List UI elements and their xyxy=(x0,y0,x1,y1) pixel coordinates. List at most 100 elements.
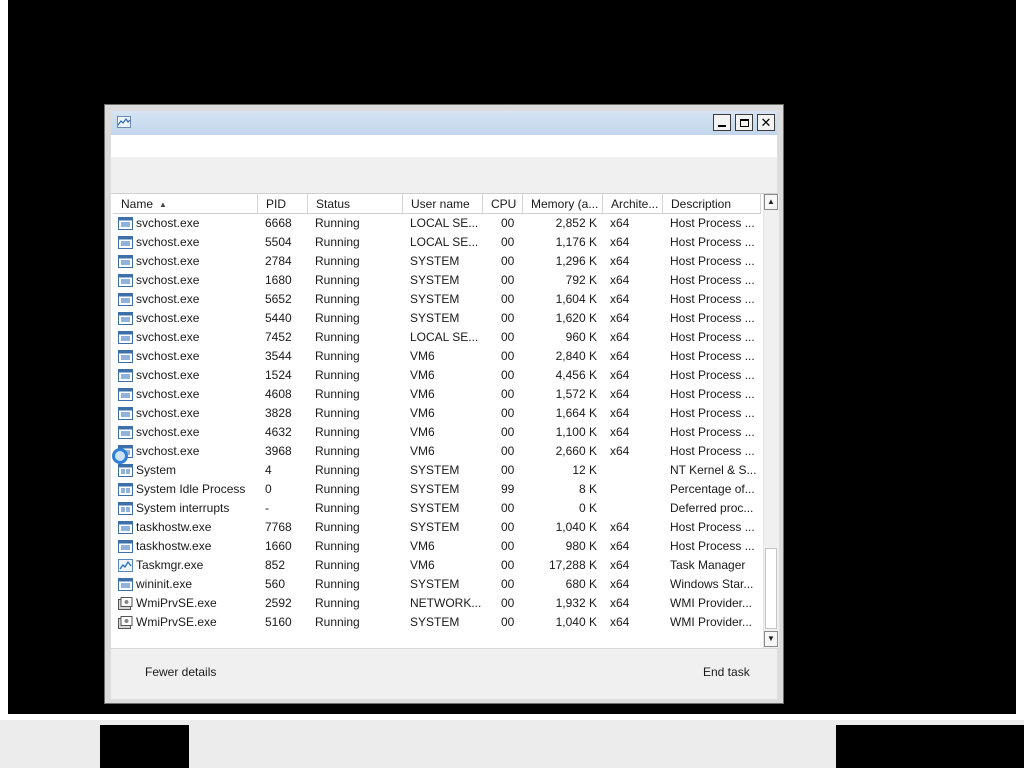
pid-cell: 560 xyxy=(265,577,286,591)
system-process-icon xyxy=(118,464,133,477)
table-row[interactable]: System interrupts - Running SYSTEM 00 0 K Defe… xyxy=(113,499,761,518)
description-cell: NT Kernel & S... xyxy=(670,463,757,477)
status-cell: Running xyxy=(315,216,360,230)
process-name-cell: svchost.exe xyxy=(136,406,200,420)
table-row[interactable]: svchost.exe 3544 Running VM6 00 2,840 K x64 Hos… xyxy=(113,347,761,366)
description-cell: Windows Star... xyxy=(670,577,754,591)
user-name-cell: VM6 xyxy=(410,387,435,401)
scroll-up-button[interactable]: ▲ xyxy=(764,194,778,210)
architecture-cell: x64 xyxy=(610,425,630,439)
cpu-cell: 00 xyxy=(501,463,515,477)
table-row[interactable]: wininit.exe 560 Running SYSTEM 00 680 K x64 Win… xyxy=(113,575,761,594)
memory-cell: 680 K xyxy=(565,577,597,591)
column-header-user-name[interactable]: User name xyxy=(403,194,483,213)
cpu-cell: 00 xyxy=(501,387,515,401)
table-row[interactable]: svchost.exe 4608 Running VM6 00 1,572 K x64 Hos… xyxy=(113,385,761,404)
column-header-cpu[interactable]: CPU xyxy=(483,194,523,213)
column-header-architecture[interactable]: Archite... xyxy=(603,194,663,213)
status-cell: Running xyxy=(315,235,360,249)
table-row[interactable]: svchost.exe 2784 Running SYSTEM 00 1,296 K x64… xyxy=(113,252,761,271)
table-row[interactable]: svchost.exe 1524 Running VM6 00 4,456 K x64 Hos… xyxy=(113,366,761,385)
fewer-details-button[interactable]: Fewer details xyxy=(145,665,216,679)
cpu-cell: 00 xyxy=(501,501,515,515)
cpu-cell: 00 xyxy=(501,349,515,363)
table-row[interactable]: svchost.exe 6668 Running LOCAL SE... 00 2,852… xyxy=(113,214,761,233)
service-host-icon xyxy=(118,407,133,420)
system-process-icon xyxy=(118,483,133,496)
service-host-icon xyxy=(118,331,133,344)
table-row[interactable]: svchost.exe 3968 Running VM6 00 2,660 K x64 Hos… xyxy=(113,442,761,461)
memory-cell: 1,572 K xyxy=(555,387,597,401)
end-task-button[interactable]: End task xyxy=(703,665,750,679)
process-name-cell: svchost.exe xyxy=(136,444,200,458)
pid-cell: 4 xyxy=(265,463,272,477)
close-button[interactable]: ✕ xyxy=(757,114,775,131)
service-host-icon xyxy=(118,217,133,230)
description-cell: Host Process ... xyxy=(670,425,755,439)
description-cell: WMI Provider... xyxy=(670,615,753,629)
table-row[interactable]: svchost.exe 7452 Running LOCAL SE... 00 960 K… xyxy=(113,328,761,347)
architecture-cell: x64 xyxy=(610,444,630,458)
table-row[interactable]: svchost.exe 1680 Running SYSTEM 00 792 K x64 Ho… xyxy=(113,271,761,290)
user-name-cell: SYSTEM xyxy=(410,482,460,496)
column-header-description[interactable]: Description xyxy=(663,194,761,213)
column-header-pid[interactable]: PID xyxy=(258,194,308,213)
table-row[interactable]: svchost.exe 5652 Running SYSTEM 00 1,604 K x64… xyxy=(113,290,761,309)
pid-cell: 7768 xyxy=(265,520,292,534)
task-manager-app-icon[interactable] xyxy=(117,116,131,128)
table-row[interactable]: System 4 Running SYSTEM 00 12 K NT Kernel & S.… xyxy=(113,461,761,480)
table-row[interactable]: System Idle Process 0 Running SYSTEM 99 8 K Pe… xyxy=(113,480,761,499)
status-cell: Running xyxy=(315,615,360,629)
process-name-cell: System xyxy=(136,463,177,477)
table-row[interactable]: WmiPrvSE.exe 2592 Running NETWORK... 00 1,932… xyxy=(113,594,761,613)
memory-cell: 1,604 K xyxy=(555,292,597,306)
vertical-scrollbar[interactable]: ▲ ▼ xyxy=(763,194,779,648)
scroll-up-icon: ▲ xyxy=(767,197,775,206)
architecture-cell: x64 xyxy=(610,596,630,610)
user-name-cell: VM6 xyxy=(410,558,435,572)
memory-cell: 2,852 K xyxy=(555,216,597,230)
table-row[interactable]: WmiPrvSE.exe 5160 Running SYSTEM 00 1,040 K x6… xyxy=(113,613,761,632)
title-bar[interactable]: ✕ xyxy=(111,111,777,135)
cursor-indicator xyxy=(112,448,128,464)
status-cell: Running xyxy=(315,558,360,572)
scroll-thumb[interactable] xyxy=(765,548,777,629)
table-row[interactable]: Taskmgr.exe 852 Running VM6 00 17,288 K x64 Tas… xyxy=(113,556,761,575)
user-name-cell: SYSTEM xyxy=(410,577,460,591)
architecture-cell: x64 xyxy=(610,254,630,268)
description-cell: Host Process ... xyxy=(670,292,755,306)
table-row[interactable]: taskhostw.exe 7768 Running SYSTEM 00 1,040 K x… xyxy=(113,518,761,537)
process-list[interactable]: Name ▲ PID Status User name CPU Memory (a… xyxy=(113,193,779,648)
status-cell: Running xyxy=(315,368,360,382)
service-host-icon xyxy=(118,312,133,325)
description-cell: Host Process ... xyxy=(670,368,755,382)
status-cell: Running xyxy=(315,349,360,363)
column-header-memory[interactable]: Memory (a... xyxy=(523,194,603,213)
table-row[interactable]: svchost.exe 5504 Running LOCAL SE... 00 1,176… xyxy=(113,233,761,252)
table-row[interactable]: svchost.exe 4632 Running VM6 00 1,100 K x64 Hos… xyxy=(113,423,761,442)
maximize-icon xyxy=(739,118,749,127)
maximize-button[interactable] xyxy=(735,114,753,131)
task-manager-window: ✕ Name ▲ PID Status User name CPU Memory … xyxy=(104,104,784,704)
memory-cell: 960 K xyxy=(565,330,597,344)
column-header-status[interactable]: Status xyxy=(308,194,403,213)
process-name-cell: WmiPrvSE.exe xyxy=(136,615,217,629)
column-header-name[interactable]: Name ▲ xyxy=(113,194,258,213)
memory-cell: 2,840 K xyxy=(555,349,597,363)
description-cell: Host Process ... xyxy=(670,444,755,458)
pid-cell: 4608 xyxy=(265,387,292,401)
process-name-cell: svchost.exe xyxy=(136,368,200,382)
status-cell: Running xyxy=(315,254,360,268)
scroll-down-button[interactable]: ▼ xyxy=(764,631,778,647)
cpu-cell: 00 xyxy=(501,406,515,420)
table-row[interactable]: svchost.exe 5440 Running SYSTEM 00 1,620 K x64… xyxy=(113,309,761,328)
column-header-label: Description xyxy=(671,197,732,211)
process-name-cell: System interrupts xyxy=(136,501,230,515)
table-row[interactable]: taskhostw.exe 1660 Running VM6 00 980 K x64 Hos… xyxy=(113,537,761,556)
pid-cell: 2784 xyxy=(265,254,292,268)
architecture-cell: x64 xyxy=(610,368,630,382)
minimize-button[interactable] xyxy=(713,114,731,131)
pid-cell: 5652 xyxy=(265,292,292,306)
architecture-cell: x64 xyxy=(610,273,630,287)
table-row[interactable]: svchost.exe 3828 Running VM6 00 1,664 K x64 Hos… xyxy=(113,404,761,423)
